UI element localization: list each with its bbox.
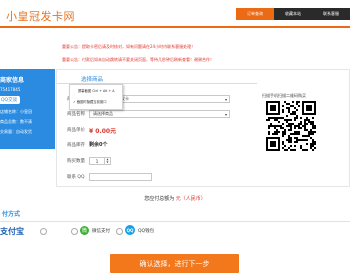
shop-name-row: 店铺名称：小皇冠	[0, 109, 32, 115]
stock-value: 剩余0个	[89, 142, 108, 148]
submit-button[interactable]: 确认选择，进行下一步	[110, 254, 239, 273]
trade-count-row: 交易量：自动发货	[0, 129, 32, 135]
seller-info-title: 商家信息	[0, 77, 25, 84]
form-title: 选择商品	[81, 77, 104, 83]
alipay-radio[interactable]	[40, 228, 47, 235]
alipay-option[interactable]: 支付宝	[0, 226, 24, 237]
product-select[interactable]: 请选择商品 ▾	[89, 110, 230, 118]
context-menu-item-hide-window-label: 截图时隐藏当前窗口	[76, 100, 107, 104]
qr-code	[266, 101, 316, 151]
wechat-radio[interactable]	[71, 228, 78, 235]
qq-chat-button[interactable]: QQ交谈	[0, 96, 21, 104]
quantity-value: 1	[95, 158, 99, 164]
quantity-stepper[interactable]: 1 ▲ ▼	[89, 157, 111, 165]
stepper-arrows-icon[interactable]: ▲ ▼	[104, 158, 110, 164]
trade-count-value: 自动发货	[16, 129, 32, 134]
context-menu-item-screenshot[interactable]: 屏幕截图 Ctrl + Alt + A	[78, 88, 115, 93]
shop-name-value: 小皇冠	[20, 109, 32, 114]
order-total: 您应付总额为 元（人民币）	[0, 195, 350, 202]
chevron-down-icon: ▾	[224, 112, 227, 117]
seller-qq-id: 75417845	[0, 87, 21, 92]
product-label: 商品名称	[67, 112, 85, 117]
shop-name-label: 店铺名称：	[0, 109, 20, 114]
price-label: 商品单价	[67, 128, 85, 133]
goods-count-value: 数不清	[20, 119, 32, 124]
context-menu-item-hide-window[interactable]: ✓ 截图时隐藏当前窗口	[73, 99, 107, 104]
quantity-label: 购买数量	[67, 159, 85, 164]
notice-text: 重要公告：提取卡密后请及时核对，如有问题请在24小时内联系客服处理！	[62, 44, 196, 49]
nav-bookmark[interactable]: 收藏本站	[274, 8, 312, 20]
contact-qq-input[interactable]	[89, 173, 152, 181]
trade-count-label: 交易量：	[0, 129, 16, 134]
site-logo[interactable]: 小皇冠发卡网	[6, 8, 75, 24]
wechat-pay-label[interactable]: 微信支付	[92, 228, 110, 234]
price-value: ¥ 0.00元	[89, 128, 117, 135]
payment-divider	[0, 221, 350, 222]
payment-title: 付方式	[2, 211, 21, 218]
chevron-down-icon: ▾	[224, 97, 227, 102]
wechat-icon: 微	[80, 226, 89, 235]
qq-wallet-icon: QQ	[125, 225, 135, 235]
order-total-prefix: 您应付总额为	[144, 196, 175, 202]
context-menu: 屏幕截图 Ctrl + Alt + A ✓ 截图时隐藏当前窗口	[69, 84, 123, 110]
header-divider	[0, 26, 350, 28]
qq-wallet-label[interactable]: QQ钱包	[138, 228, 154, 234]
qr-caption: 扫描手机扫描二维码购买	[262, 93, 306, 98]
contact-qq-label: 联系 QQ	[67, 175, 85, 180]
goods-count-label: 商品总数：	[0, 119, 20, 124]
seller-info-panel: 商家信息 75417845 QQ交谈 店铺名称：小皇冠 商品总数：数不清 交易量…	[0, 69, 55, 149]
goods-count-row: 商品总数：数不清	[0, 119, 32, 125]
nav-order-query[interactable]: 订单查询	[236, 8, 274, 20]
notice-text: 重要公告：付款后如未自动跳转请不要关闭页面，等待几秒钟后刷新查看！谢谢合作！	[62, 57, 214, 62]
stock-label: 商品库存	[67, 143, 85, 148]
nav-contact[interactable]: 联系客服	[312, 8, 350, 20]
top-nav: 订单查询 收藏本站 联系客服	[236, 8, 350, 20]
qq-wallet-radio[interactable]	[116, 228, 123, 235]
order-total-amount: 元（人民币）	[175, 196, 206, 202]
checkmark-icon: ✓	[73, 100, 76, 104]
product-value: 请选择商品	[93, 111, 113, 116]
